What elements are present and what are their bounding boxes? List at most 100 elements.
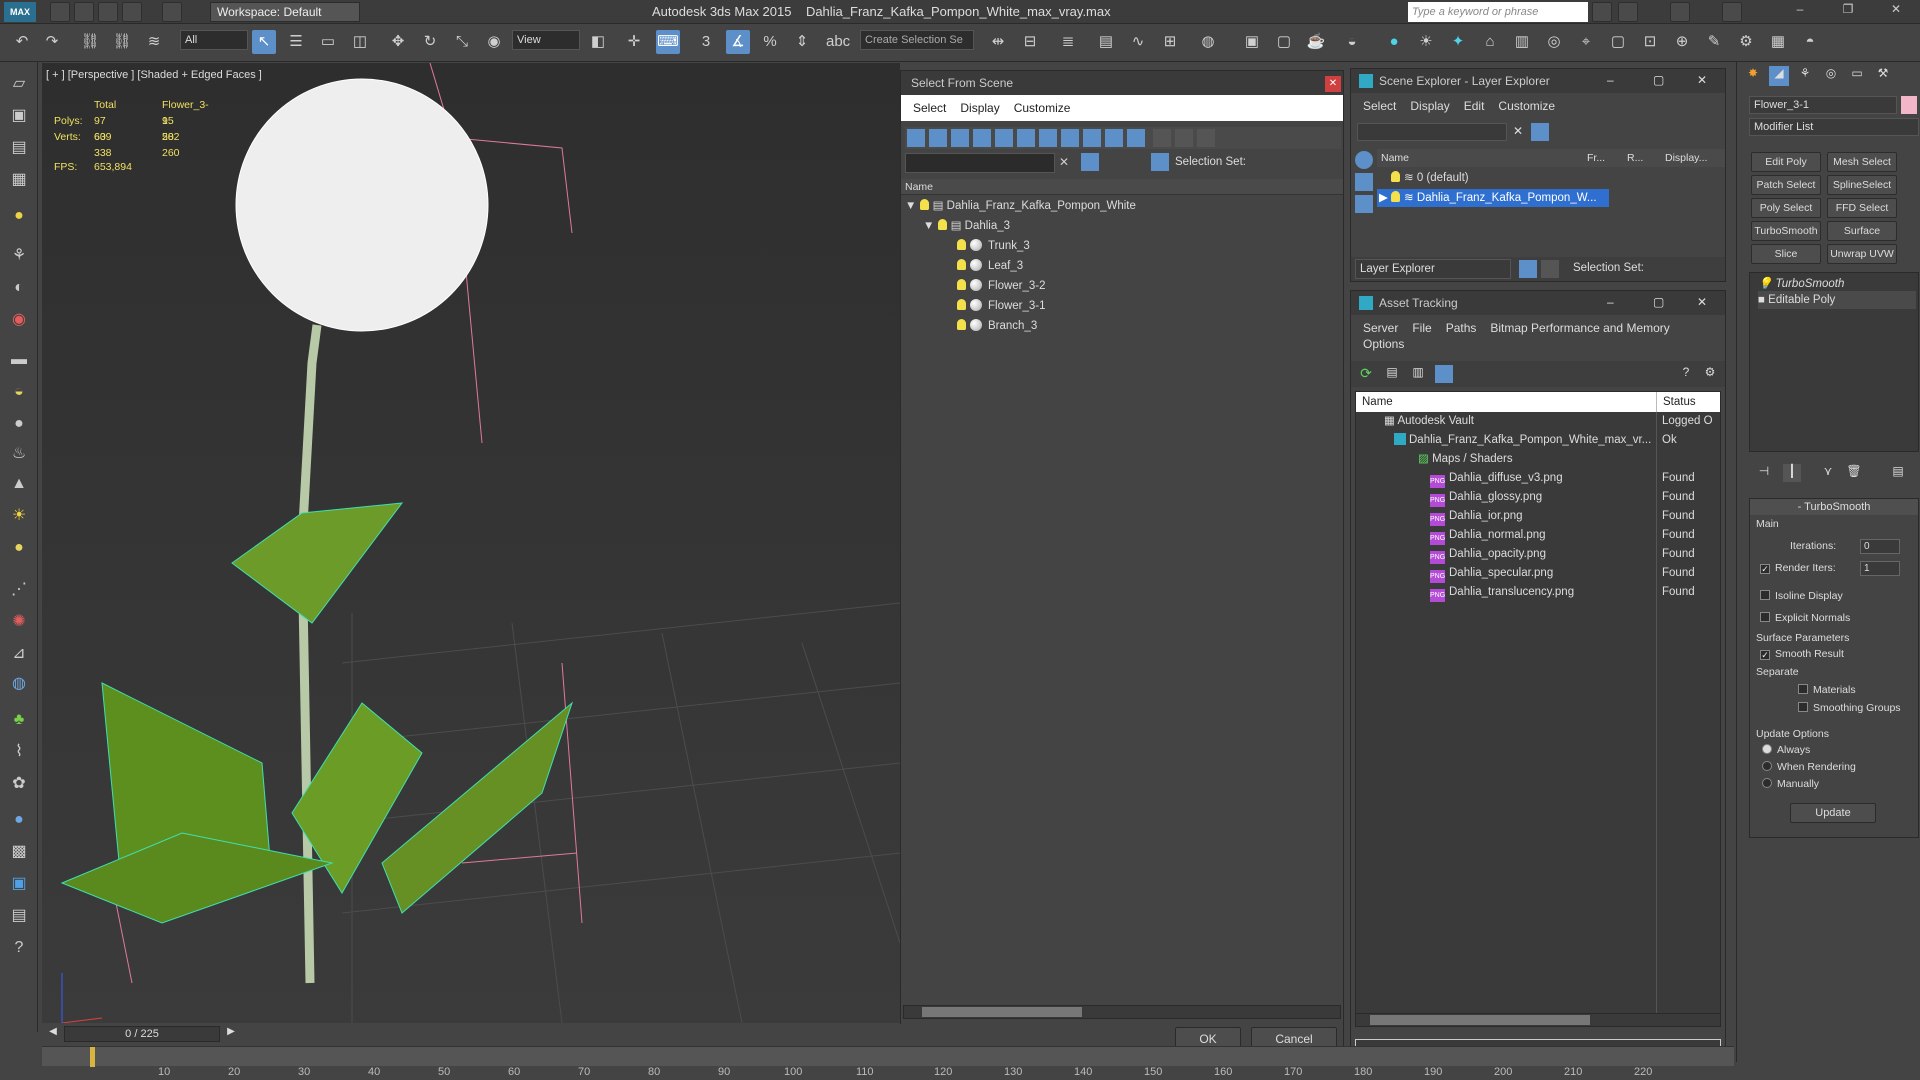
edit-named-selection-icon[interactable]: abc bbox=[826, 30, 850, 54]
find-filter-icon[interactable] bbox=[1081, 153, 1099, 171]
edit-poly-button[interactable]: Edit Poly bbox=[1751, 152, 1821, 172]
asset-row[interactable]: PNG Dahlia_diffuse_v3.png bbox=[1430, 469, 1563, 488]
frame-icon[interactable]: ⊡ bbox=[1638, 30, 1662, 54]
minimize-icon[interactable]: – bbox=[1607, 295, 1614, 309]
hf-icon[interactable]: ⌇ bbox=[7, 740, 31, 764]
display-icon[interactable]: ◉ bbox=[7, 308, 31, 332]
tree-item[interactable]: ▼ ▤ Dahlia_3 bbox=[923, 217, 1010, 235]
prev-frame-icon[interactable]: ◀ bbox=[46, 1026, 60, 1042]
asset-row[interactable]: PNG Dahlia_glossy.png bbox=[1430, 488, 1542, 507]
utilities-tab-icon[interactable]: ⚒ bbox=[1873, 66, 1893, 86]
list-view-icon[interactable]: ▤ bbox=[1383, 365, 1401, 383]
filter-groups-icon[interactable] bbox=[1039, 129, 1057, 147]
workspace-dropdown[interactable]: Workspace: Default bbox=[210, 2, 360, 22]
pivot-icon[interactable]: ◧ bbox=[586, 30, 610, 54]
viewport-icon[interactable]: ▢ bbox=[1606, 30, 1630, 54]
percent-snap-icon[interactable]: % bbox=[758, 30, 782, 54]
iterations-spinner[interactable]: 0 bbox=[1860, 539, 1900, 554]
turbosmooth-button[interactable]: TurboSmooth bbox=[1751, 221, 1821, 241]
place-icon[interactable]: ◉ bbox=[482, 30, 506, 54]
name-column-header[interactable]: Name bbox=[901, 179, 1343, 195]
ribbon-icon[interactable]: ▤ bbox=[1094, 30, 1118, 54]
hierarchy-icon[interactable]: ⚘ bbox=[7, 244, 31, 268]
scene-explorer-search[interactable] bbox=[1357, 123, 1507, 141]
time-slider[interactable]: 0 / 225 bbox=[64, 1026, 220, 1042]
app-logo[interactable]: MAX bbox=[4, 2, 36, 22]
manually-radio[interactable]: Manually bbox=[1762, 775, 1819, 793]
close-icon[interactable]: ✕ bbox=[1325, 76, 1341, 92]
menu-select[interactable]: Select bbox=[1363, 99, 1396, 113]
vray-icon[interactable]: ✦ bbox=[1446, 30, 1470, 54]
col-display[interactable]: Display... bbox=[1665, 149, 1707, 167]
open-file-icon[interactable] bbox=[74, 2, 94, 22]
render-setup-icon[interactable]: ▣ bbox=[1240, 30, 1264, 54]
new-file-icon[interactable] bbox=[50, 2, 70, 22]
make-unique-icon[interactable]: ⋎ bbox=[1819, 464, 1837, 482]
surface-select-button[interactable]: Surface Select bbox=[1827, 221, 1897, 255]
render-iters-checkbox[interactable]: ✓ Render Iters: bbox=[1760, 559, 1836, 577]
asset-row[interactable]: PNG Dahlia_translucency.png bbox=[1430, 583, 1574, 602]
filter-geometry-icon[interactable] bbox=[907, 129, 925, 147]
select-all-icon[interactable] bbox=[1153, 129, 1171, 147]
find-input[interactable] bbox=[905, 153, 1055, 173]
col-render[interactable]: R... bbox=[1627, 149, 1643, 167]
tree-item[interactable]: Branch_3 bbox=[957, 317, 1037, 335]
maximize-icon[interactable]: ❐ bbox=[1838, 2, 1858, 20]
selection-set-icon[interactable] bbox=[1151, 153, 1169, 171]
filter-containers-icon[interactable] bbox=[1105, 129, 1123, 147]
modify-tab-icon[interactable]: ◢ bbox=[1769, 66, 1789, 86]
ruler-icon[interactable]: ⊿ bbox=[7, 642, 31, 666]
spline-select-button[interactable]: SplineSelect bbox=[1827, 175, 1897, 195]
smooth-result-checkbox[interactable]: ✓ Smooth Result bbox=[1760, 645, 1844, 663]
snaps-toggle-icon[interactable]: 3 bbox=[694, 30, 718, 54]
redo-icon[interactable] bbox=[162, 2, 182, 22]
camera-icon[interactable]: ⌖ bbox=[1574, 30, 1598, 54]
box-icon[interactable]: ▱ bbox=[7, 72, 31, 96]
motion-icon[interactable]: ◐ bbox=[7, 276, 31, 300]
move-icon[interactable]: ✥ bbox=[386, 30, 410, 54]
sphere-icon[interactable]: ◒ bbox=[7, 380, 31, 404]
tree-item[interactable]: Leaf_3 bbox=[957, 257, 1023, 275]
globe-tool-icon[interactable]: ◍ bbox=[7, 672, 31, 696]
update-button[interactable]: Update bbox=[1790, 803, 1876, 823]
hierarchy-tab-icon[interactable]: ⚘ bbox=[1795, 66, 1815, 86]
selection-filter-dropdown[interactable]: All bbox=[180, 30, 248, 50]
asset-horizontal-scrollbar[interactable] bbox=[1355, 1013, 1721, 1027]
rectangle-selection-icon[interactable]: ▭ bbox=[316, 30, 340, 54]
object-name-field[interactable]: Flower_3-1 bbox=[1749, 96, 1897, 114]
mesh-select-button[interactable]: Mesh Select bbox=[1827, 152, 1897, 172]
perspective-viewport[interactable]: [ + ] [Perspective ] [Shaded + Edged Fac… bbox=[42, 63, 900, 1023]
layer-manager-icon[interactable]: ≣ bbox=[1056, 30, 1080, 54]
hierarchy-mode-icon[interactable] bbox=[1541, 260, 1559, 278]
render-tool-icon[interactable]: ▩ bbox=[7, 840, 31, 864]
settings-icon[interactable]: ⚙ bbox=[1701, 365, 1719, 383]
filter-bones-icon[interactable] bbox=[1083, 129, 1101, 147]
curve-editor-icon[interactable]: ∿ bbox=[1126, 30, 1150, 54]
light-lister-icon[interactable]: ● bbox=[1382, 30, 1406, 54]
select-none-icon[interactable] bbox=[1175, 129, 1193, 147]
menu-select[interactable]: Select bbox=[913, 101, 946, 115]
material-editor-icon[interactable]: ◍ bbox=[1196, 30, 1220, 54]
rendered-frame-icon[interactable]: ▢ bbox=[1272, 30, 1296, 54]
select-invert-icon[interactable] bbox=[1197, 129, 1215, 147]
select-object-icon[interactable]: ↖ bbox=[252, 30, 276, 54]
maximize-icon[interactable]: ▢ bbox=[1653, 295, 1664, 309]
menu-bitmap-performance[interactable]: Bitmap Performance and Memory bbox=[1490, 321, 1669, 335]
filter-icon[interactable] bbox=[1531, 123, 1549, 141]
sort-by-layer-icon[interactable] bbox=[1355, 151, 1373, 169]
star-icon[interactable] bbox=[1670, 2, 1690, 22]
viewport-label[interactable]: [ + ] [Perspective ] [Shaded + Edged Fac… bbox=[46, 69, 262, 81]
bind-spacewarp-icon[interactable]: ≋ bbox=[142, 30, 166, 54]
layer-mode-icon[interactable] bbox=[1519, 260, 1537, 278]
stack-item-editable-poly[interactable]: ■ Editable Poly bbox=[1758, 291, 1916, 309]
configure-sets-icon[interactable]: ▤ bbox=[1889, 464, 1907, 482]
tree-item[interactable]: Flower_3-2 bbox=[957, 277, 1046, 295]
patch-select-button[interactable]: Patch Select bbox=[1751, 175, 1821, 195]
rotate-icon[interactable]: ↻ bbox=[418, 30, 442, 54]
filter-lights-icon[interactable] bbox=[951, 129, 969, 147]
menu-edit[interactable]: Edit bbox=[1464, 99, 1485, 113]
render-iterative-icon[interactable]: ◒ bbox=[1340, 30, 1364, 54]
close-icon[interactable]: ✕ bbox=[1697, 295, 1707, 309]
filter-shapes-icon[interactable] bbox=[929, 129, 947, 147]
asset-icon[interactable]: ⌂ bbox=[1478, 30, 1502, 54]
